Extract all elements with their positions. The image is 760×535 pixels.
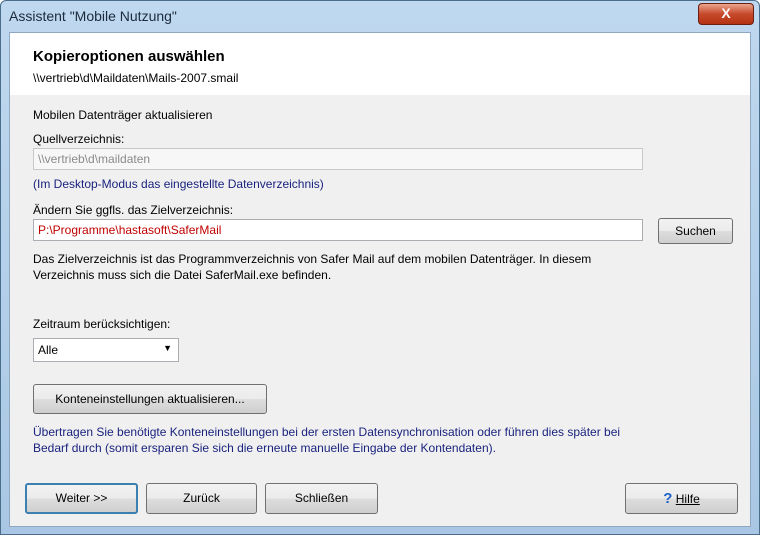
window-title: Assistent "Mobile Nutzung" <box>9 8 177 24</box>
dialog-body: Kopieroptionen auswählen \\vertrieb\d\Ma… <box>9 32 751 527</box>
title-bar[interactable]: Assistent "Mobile Nutzung" X <box>1 1 759 31</box>
close-icon: X <box>721 5 731 21</box>
back-button[interactable]: Zurück <box>146 483 257 514</box>
source-hint: (Im Desktop-Modus das eingestellte Daten… <box>33 177 324 191</box>
source-directory-field[interactable]: \\vertrieb\d\maildaten <box>33 148 643 170</box>
next-button[interactable]: Weiter >> <box>25 483 138 514</box>
help-button[interactable]: ? Hilfe <box>625 483 738 514</box>
period-dropdown[interactable]: Alle ▼ <box>33 338 179 362</box>
accounts-info: Übertragen Sie benötigte Konteneinstellu… <box>33 425 621 455</box>
section-heading: Mobilen Datenträger aktualisieren <box>33 108 213 122</box>
wizard-window: Assistent "Mobile Nutzung" X Kopieroptio… <box>0 0 760 535</box>
chevron-down-icon[interactable]: ▼ <box>163 343 172 353</box>
page-title: Kopieroptionen auswählen <box>33 48 225 65</box>
close-window-button[interactable]: X <box>698 3 754 25</box>
source-label: Quellverzeichnis: <box>33 132 125 146</box>
wizard-header: Kopieroptionen auswählen \\vertrieb\d\Ma… <box>10 33 750 95</box>
help-icon: ? <box>663 490 673 507</box>
update-accounts-button[interactable]: Konteneinstellungen aktualisieren... <box>33 384 267 414</box>
period-label: Zeitraum berücksichtigen: <box>33 317 171 331</box>
target-directory-field[interactable]: P:\Programme\hastasoft\SaferMail <box>33 219 643 241</box>
period-selected: Alle <box>38 343 59 357</box>
target-label: Ändern Sie ggfls. das Zielverzeichnis: <box>33 203 234 217</box>
file-path: \\vertrieb\d\Maildaten\Mails-2007.smail <box>33 71 239 85</box>
target-info: Das Zielverzeichnis ist das Programmverz… <box>33 252 592 282</box>
close-button[interactable]: Schließen <box>265 483 378 514</box>
search-button[interactable]: Suchen <box>658 218 733 244</box>
help-label: Hilfe <box>675 492 700 506</box>
